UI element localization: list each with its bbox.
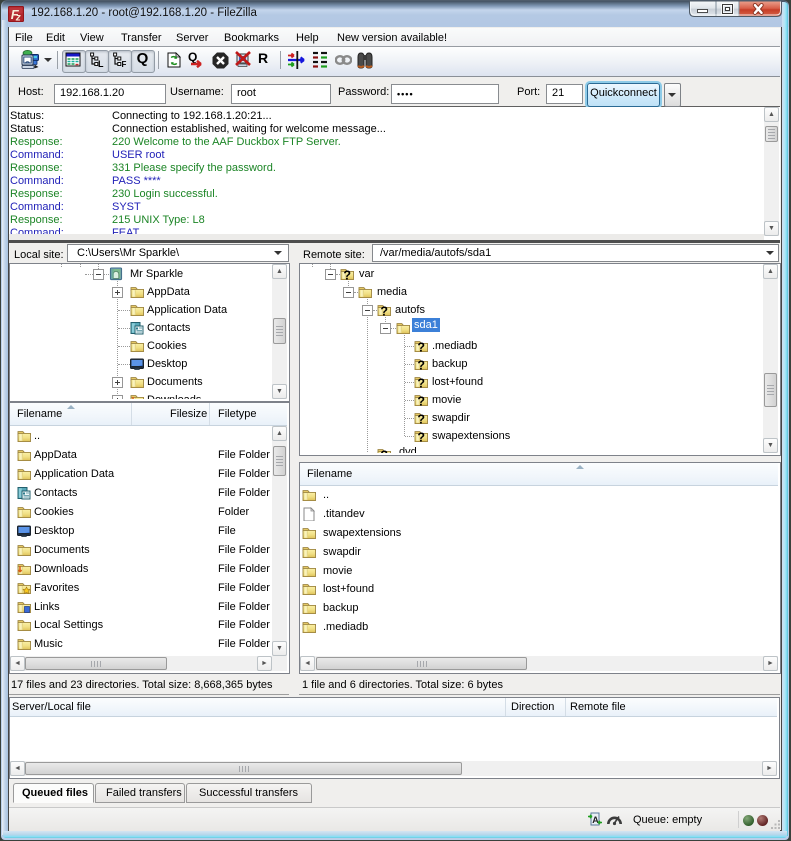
svg-text:L: L [98,59,104,68]
svg-text:z: z [15,13,21,22]
svg-text:F: F [122,60,127,68]
